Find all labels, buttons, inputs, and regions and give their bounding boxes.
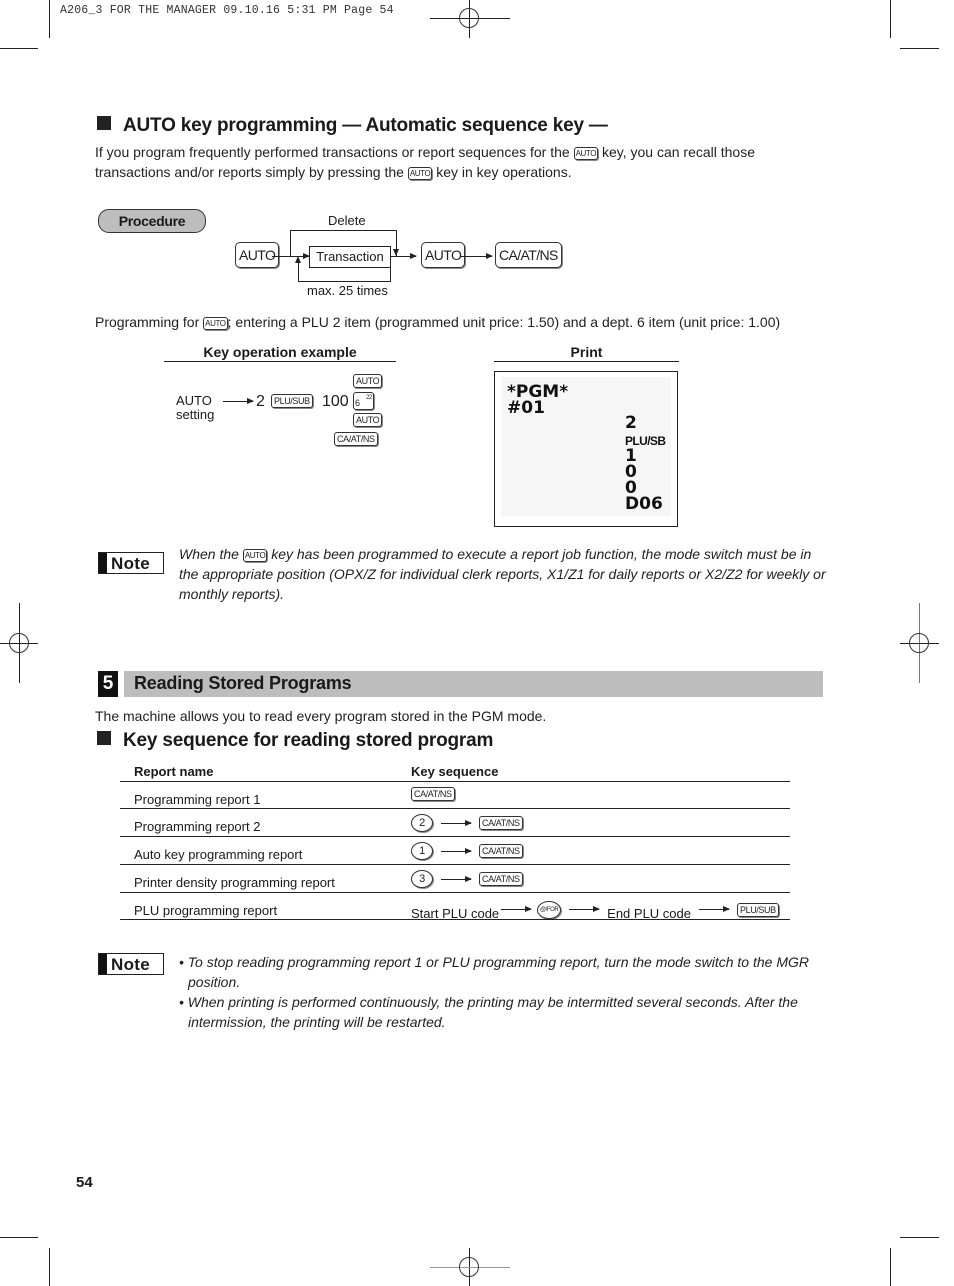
auto-key-glyph: AUTO: [573, 146, 599, 160]
mode-line: AUTO: [176, 393, 212, 408]
ca-at-ns-key: CA/AT/NS: [411, 787, 455, 801]
ca-at-ns-key: CA/AT/NS: [479, 844, 523, 858]
intro-text: key, you can recall those: [601, 144, 755, 160]
numeric-key: 2: [411, 814, 433, 832]
numeric-key: 1: [411, 842, 433, 860]
example-text: ; entering a PLU 2 item (programmed unit…: [227, 314, 781, 330]
crop-mark-top-left-h: [0, 48, 38, 49]
report-name: Programming report 2: [134, 819, 261, 834]
mode-label: AUTO setting: [176, 394, 214, 422]
arrow: [460, 253, 493, 259]
auto-key: AUTO: [353, 413, 383, 427]
arrowhead-down: [393, 249, 399, 256]
dept-key-superscript: 22: [366, 395, 372, 401]
report-name: Programming report 1: [134, 792, 261, 807]
crop-mark-bottom-left-h: [0, 1237, 38, 1238]
arrow: [223, 398, 254, 404]
section-title: Reading Stored Programs: [134, 673, 352, 693]
print-slug: A206_3 FOR THE MANAGER 09.10.16 5:31 PM …: [60, 4, 394, 17]
print-heading: Print: [494, 344, 679, 362]
auto-key-heading-text: AUTO key programming — Automatic sequenc…: [123, 115, 608, 136]
dept-6-key: 6 22: [353, 392, 374, 410]
plu-sub-key: PLU/SUB: [737, 902, 779, 917]
arrow: [699, 906, 730, 912]
amount: 100: [322, 393, 349, 410]
crop-mark-bottom-right-h: [900, 1237, 939, 1238]
key-sequence: 3 CA/AT/NS: [411, 870, 523, 888]
key-sequence-heading: Key sequence for reading stored program: [97, 730, 493, 752]
numeric-key: 3: [411, 870, 433, 888]
report-name: PLU programming report: [134, 903, 278, 918]
transaction-box: Transaction: [309, 246, 391, 268]
receipt-dept: D06: [625, 494, 663, 514]
dept-key-label: 6: [355, 398, 360, 408]
procedure-badge: Procedure: [98, 209, 206, 233]
receipt-plu: 2: [625, 413, 637, 433]
note-label: Note: [111, 955, 150, 974]
key-sequence-heading-text: Key sequence for reading stored program: [123, 730, 494, 751]
ca-at-ns-key: CA/AT/NS: [334, 432, 378, 446]
arrow: [441, 875, 472, 882]
crop-mark-top-right-h: [900, 48, 939, 49]
ca-at-ns-key: CA/AT/NS: [479, 816, 523, 830]
arrow: [569, 906, 601, 912]
crop-mark-top-right-v: [890, 0, 891, 38]
plu-sub-key: PLU/SUB: [271, 394, 313, 408]
auto-key: AUTO: [353, 374, 383, 388]
intro-text: key in key operations.: [436, 164, 572, 180]
key-sequence: CA/AT/NS: [411, 787, 455, 801]
auto-key-glyph: AUTO: [203, 316, 228, 330]
key-sequence: 2 CA/AT/NS: [411, 814, 523, 832]
auto-key-note: When the AUTO key has been programmed to…: [179, 544, 829, 604]
note-text: When the: [179, 546, 239, 562]
intro-text: If you program frequently performed tran…: [95, 144, 570, 160]
note-text: key has been programmed to execute a rep…: [179, 546, 826, 602]
square-bullet-icon: [97, 116, 111, 130]
example-description: Programming for AUTO; entering a PLU 2 i…: [95, 312, 825, 332]
intro-text: transactions and/or reports simply by pr…: [95, 164, 404, 180]
delete-label: Delete: [328, 213, 366, 228]
arrow: [441, 847, 472, 854]
plu-number: 2: [256, 393, 265, 410]
auto-key-intro: If you program frequently performed tran…: [95, 142, 815, 182]
ca-at-ns-key: CA/AT/NS: [495, 242, 562, 268]
example-text: Programming for: [95, 314, 200, 330]
note-item: • When printing is performed continuousl…: [179, 994, 798, 1030]
note-item: • To stop reading programming report 1 o…: [179, 954, 809, 990]
note-badge: Note: [98, 953, 164, 975]
mode-line: setting: [176, 407, 215, 422]
page-number: 54: [76, 1174, 93, 1191]
report-name: Printer density programming report: [134, 875, 335, 890]
arrow: [501, 906, 533, 912]
section-intro: The machine allows you to read every pro…: [95, 708, 547, 724]
auto-key-heading: AUTO key programming — Automatic sequenc…: [97, 115, 608, 137]
ca-at-ns-key: CA/AT/NS: [479, 872, 523, 886]
arrow: [390, 253, 417, 259]
crop-mark-bottom-left-v: [49, 1248, 50, 1286]
auto-key-glyph: AUTO: [242, 548, 268, 562]
receipt-number: #01: [507, 398, 545, 418]
crop-mark-top-left-v: [49, 0, 50, 38]
section-number: 5: [98, 671, 118, 697]
key-sequence: Start PLU code @/FOR End PLU code PLU/SU…: [411, 898, 779, 921]
column-header-key-sequence: Key sequence: [411, 764, 499, 779]
square-bullet-icon: [97, 731, 111, 745]
column-header-report-name: Report name: [134, 764, 214, 779]
auto-key: AUTO: [235, 242, 280, 268]
arrowhead-up: [295, 256, 301, 263]
report-name: Auto key programming report: [134, 847, 303, 862]
auto-key-glyph: AUTO: [407, 166, 433, 180]
note-badge: Note: [98, 552, 164, 574]
receipt-print: *PGM* #01 2 PLU/SB 1 0 0 D06: [494, 371, 678, 527]
note-label: Note: [111, 554, 150, 573]
crop-mark-bottom-right-v: [890, 1248, 891, 1286]
at-for-key: @/FOR: [537, 900, 562, 919]
auto-key: AUTO: [421, 242, 466, 268]
key-sequence: 1 CA/AT/NS: [411, 842, 523, 860]
loop-label: max. 25 times: [307, 283, 388, 298]
key-operation-heading: Key operation example: [164, 344, 396, 362]
arrow: [441, 819, 472, 826]
